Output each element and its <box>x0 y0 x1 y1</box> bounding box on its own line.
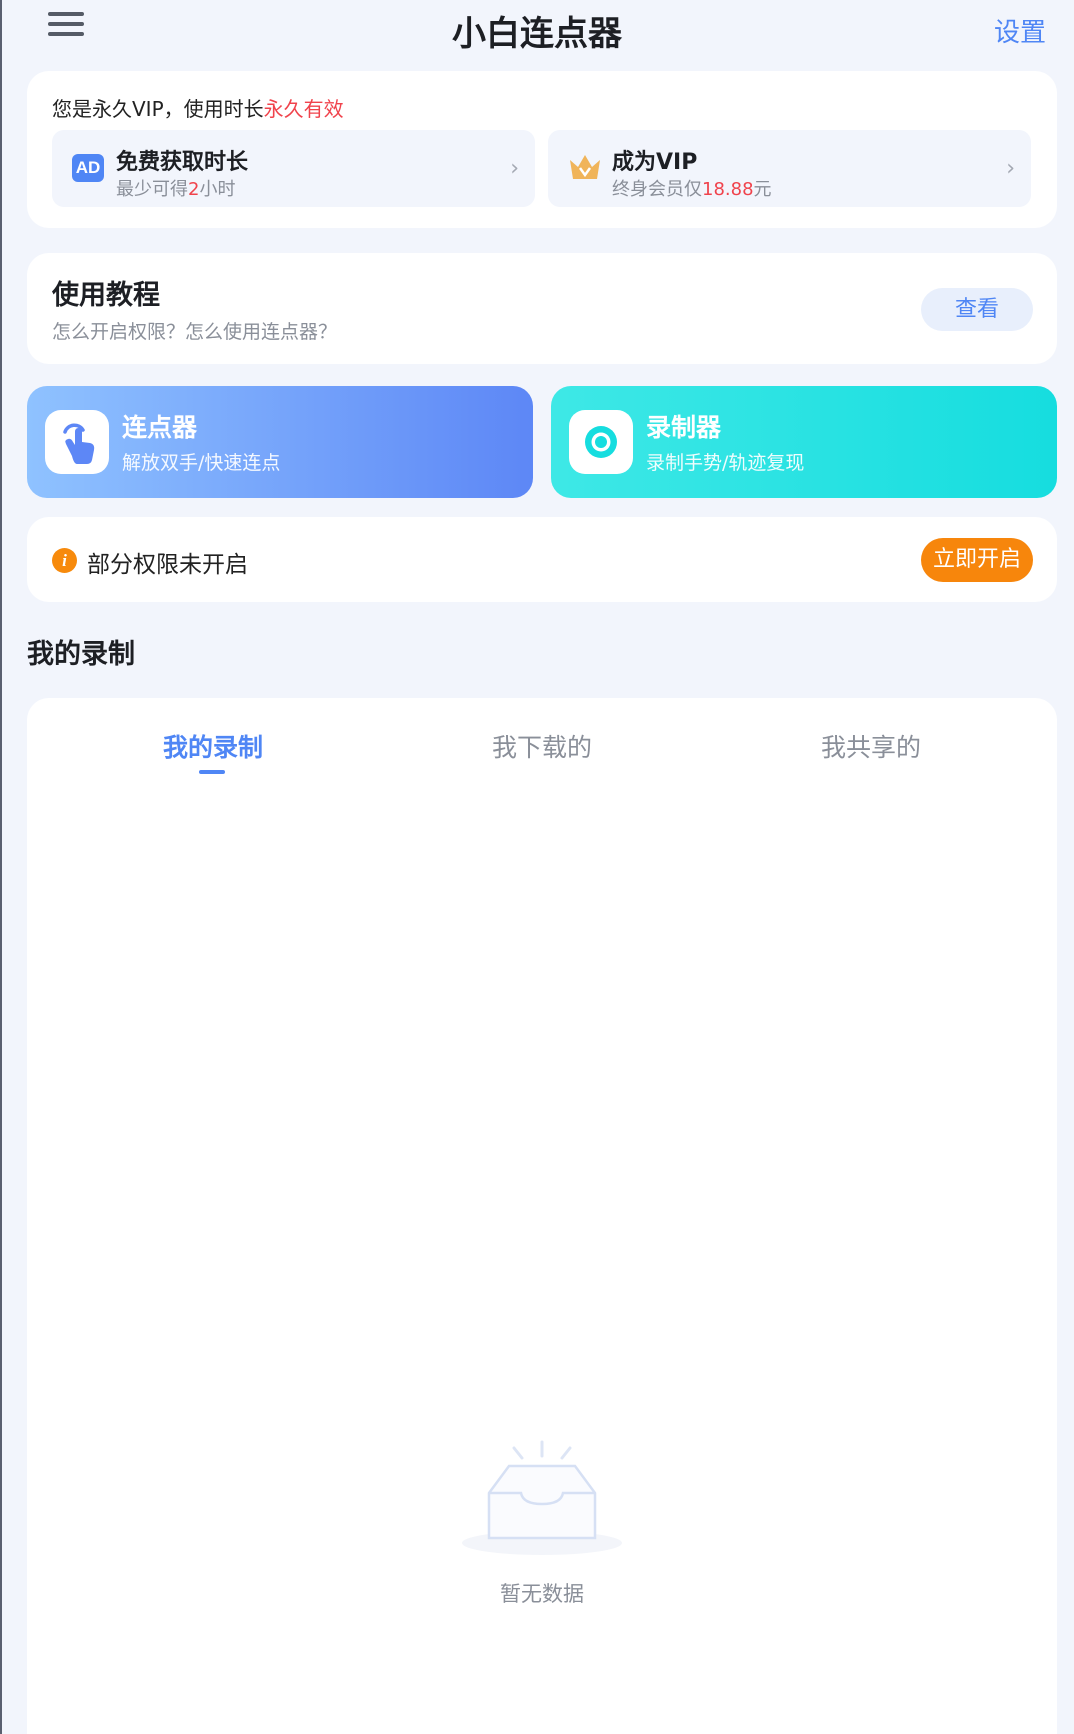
vip-status-prefix: 您是永久VIP，使用时长 <box>52 97 264 121</box>
become-vip-sub-value: 18.88 <box>702 179 754 200</box>
recorder-title: 录制器 <box>646 413 722 442</box>
become-vip-sub-suffix: 元 <box>753 179 772 200</box>
chevron-right-icon: › <box>510 156 519 181</box>
tutorial-subtitle: 怎么开启权限？怎么使用连点器？ <box>52 321 338 343</box>
tab-my-records[interactable]: 我的录制 <box>113 728 313 764</box>
become-vip-sub-prefix: 终身会员仅 <box>612 179 702 200</box>
record-icon <box>569 410 633 474</box>
free-time-title: 免费获取时长 <box>116 150 249 175</box>
active-tab-indicator <box>199 770 225 774</box>
become-vip-button[interactable]: 成为VIP 终身会员仅18.88元 › <box>548 130 1031 207</box>
permission-card: i 部分权限未开启 立即开启 <box>27 517 1057 602</box>
ad-icon: AD <box>72 154 104 182</box>
free-time-sub-prefix: 最少可得 <box>116 179 188 200</box>
become-vip-subtitle: 终身会员仅18.88元 <box>612 175 772 201</box>
free-time-button[interactable]: AD 免费获取时长 最少可得2小时 › <box>52 130 535 207</box>
permission-text: 部分权限未开启 <box>87 552 248 578</box>
clicker-card[interactable]: 连点器 解放双手/快速连点 <box>27 386 533 498</box>
free-time-sub-value: 2 <box>188 179 200 200</box>
recorder-card[interactable]: 录制器 录制手势/轨迹复现 <box>551 386 1057 498</box>
vip-status-value: 永久有效 <box>263 97 344 121</box>
info-icon: i <box>52 548 77 573</box>
view-tutorial-button[interactable]: 查看 <box>921 288 1033 331</box>
empty-state-text: 暂无数据 <box>500 1582 584 1606</box>
tab-my-shared[interactable]: 我共享的 <box>771 728 971 764</box>
free-time-sub-suffix: 小时 <box>199 179 236 200</box>
free-time-subtitle: 最少可得2小时 <box>116 175 235 201</box>
tap-hand-icon <box>45 410 109 474</box>
tab-my-downloads[interactable]: 我下载的 <box>442 728 642 764</box>
chevron-right-icon: › <box>1006 156 1015 181</box>
clicker-subtitle: 解放双手/快速连点 <box>122 452 281 474</box>
app-header: 小白连点器 设置 <box>0 0 1074 62</box>
crown-icon <box>568 152 602 186</box>
tutorial-title: 使用教程 <box>52 280 160 311</box>
enable-permission-button[interactable]: 立即开启 <box>921 538 1033 582</box>
vip-status: 您是永久VIP，使用时长永久有效 <box>52 93 344 122</box>
vip-card: 您是永久VIP，使用时长永久有效 AD 免费获取时长 最少可得2小时 › 成为V… <box>27 71 1057 228</box>
window-edge <box>0 0 2 1734</box>
page-title: 小白连点器 <box>452 14 622 54</box>
tutorial-card: 使用教程 怎么开启权限？怎么使用连点器？ 查看 <box>27 253 1057 364</box>
empty-inbox-icon <box>459 1438 625 1562</box>
clicker-title: 连点器 <box>122 413 198 442</box>
become-vip-title: 成为VIP <box>612 150 698 175</box>
recorder-subtitle: 录制手势/轨迹复现 <box>646 452 805 474</box>
my-records-heading: 我的录制 <box>27 639 135 670</box>
records-card: 我的录制 我下载的 我共享的 暂无数据 <box>27 698 1057 1734</box>
settings-button[interactable]: 设置 <box>994 12 1046 49</box>
